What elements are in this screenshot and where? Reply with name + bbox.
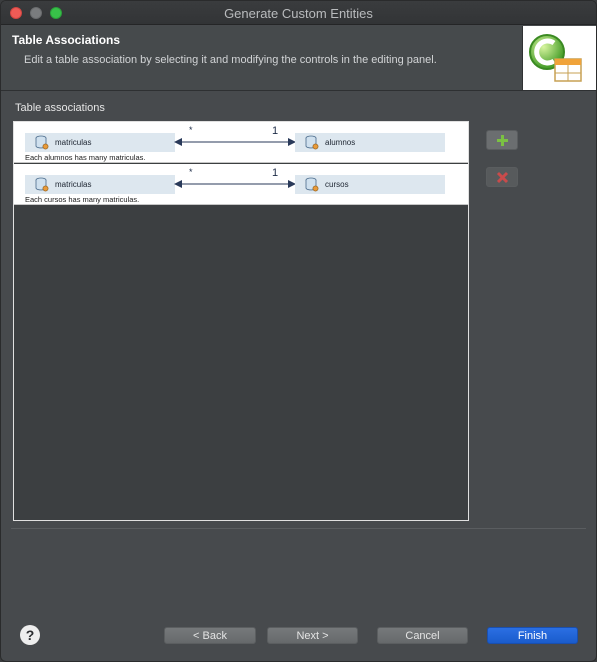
right-table-name: cursos: [325, 180, 349, 189]
window-title: Generate Custom Entities: [224, 6, 373, 21]
add-association-button[interactable]: [486, 130, 518, 150]
left-table-name: matriculas: [55, 180, 92, 189]
association-arrow: [174, 138, 296, 146]
association-row[interactable]: matriculas * 1 cursos Each cursos has ma…: [14, 164, 468, 205]
back-button[interactable]: < Back: [164, 627, 256, 644]
association-arrow: [174, 180, 296, 188]
association-description: Each cursos has many matriculas.: [25, 195, 140, 204]
left-table-box: matriculas: [25, 175, 175, 194]
header-divider: [1, 90, 596, 91]
remove-icon: [496, 171, 509, 184]
help-button[interactable]: ?: [20, 625, 40, 645]
database-table-icon: [305, 135, 319, 150]
page-description: Edit a table association by selecting it…: [24, 54, 437, 66]
page-title: Table Associations: [12, 33, 121, 47]
cancel-button[interactable]: Cancel: [377, 627, 468, 644]
left-table-box: matriculas: [25, 133, 175, 152]
right-cardinality: 1: [272, 167, 279, 179]
remove-association-button[interactable]: [486, 167, 518, 187]
database-table-icon: [35, 135, 49, 150]
associations-list[interactable]: matriculas * 1 alumnos Each alumnos has …: [13, 121, 469, 521]
table-associations-label: Table associations: [15, 102, 105, 114]
right-table-name: alumnos: [325, 138, 356, 147]
association-row[interactable]: matriculas * 1 alumnos Each alumnos has …: [14, 122, 468, 163]
association-description: Each alumnos has many matriculas.: [25, 153, 146, 162]
left-table-name: matriculas: [55, 138, 92, 147]
right-cardinality: 1: [272, 125, 279, 137]
dialog-window: Generate Custom Entities Table Associati…: [0, 0, 597, 662]
next-button[interactable]: Next >: [267, 627, 358, 644]
finish-button[interactable]: Finish: [487, 627, 578, 644]
right-table-box: cursos: [295, 175, 445, 194]
database-table-icon: [35, 177, 49, 192]
wizard-header: Table Associations Edit a table associat…: [1, 26, 596, 90]
left-cardinality: *: [189, 167, 193, 177]
footer-divider: [11, 528, 586, 529]
add-icon: [497, 135, 508, 146]
right-table-box: alumnos: [295, 133, 445, 152]
database-table-icon: [305, 177, 319, 192]
title-bar: Generate Custom Entities: [1, 1, 596, 25]
left-cardinality: *: [189, 125, 193, 135]
wizard-logo-icon: [522, 26, 596, 90]
